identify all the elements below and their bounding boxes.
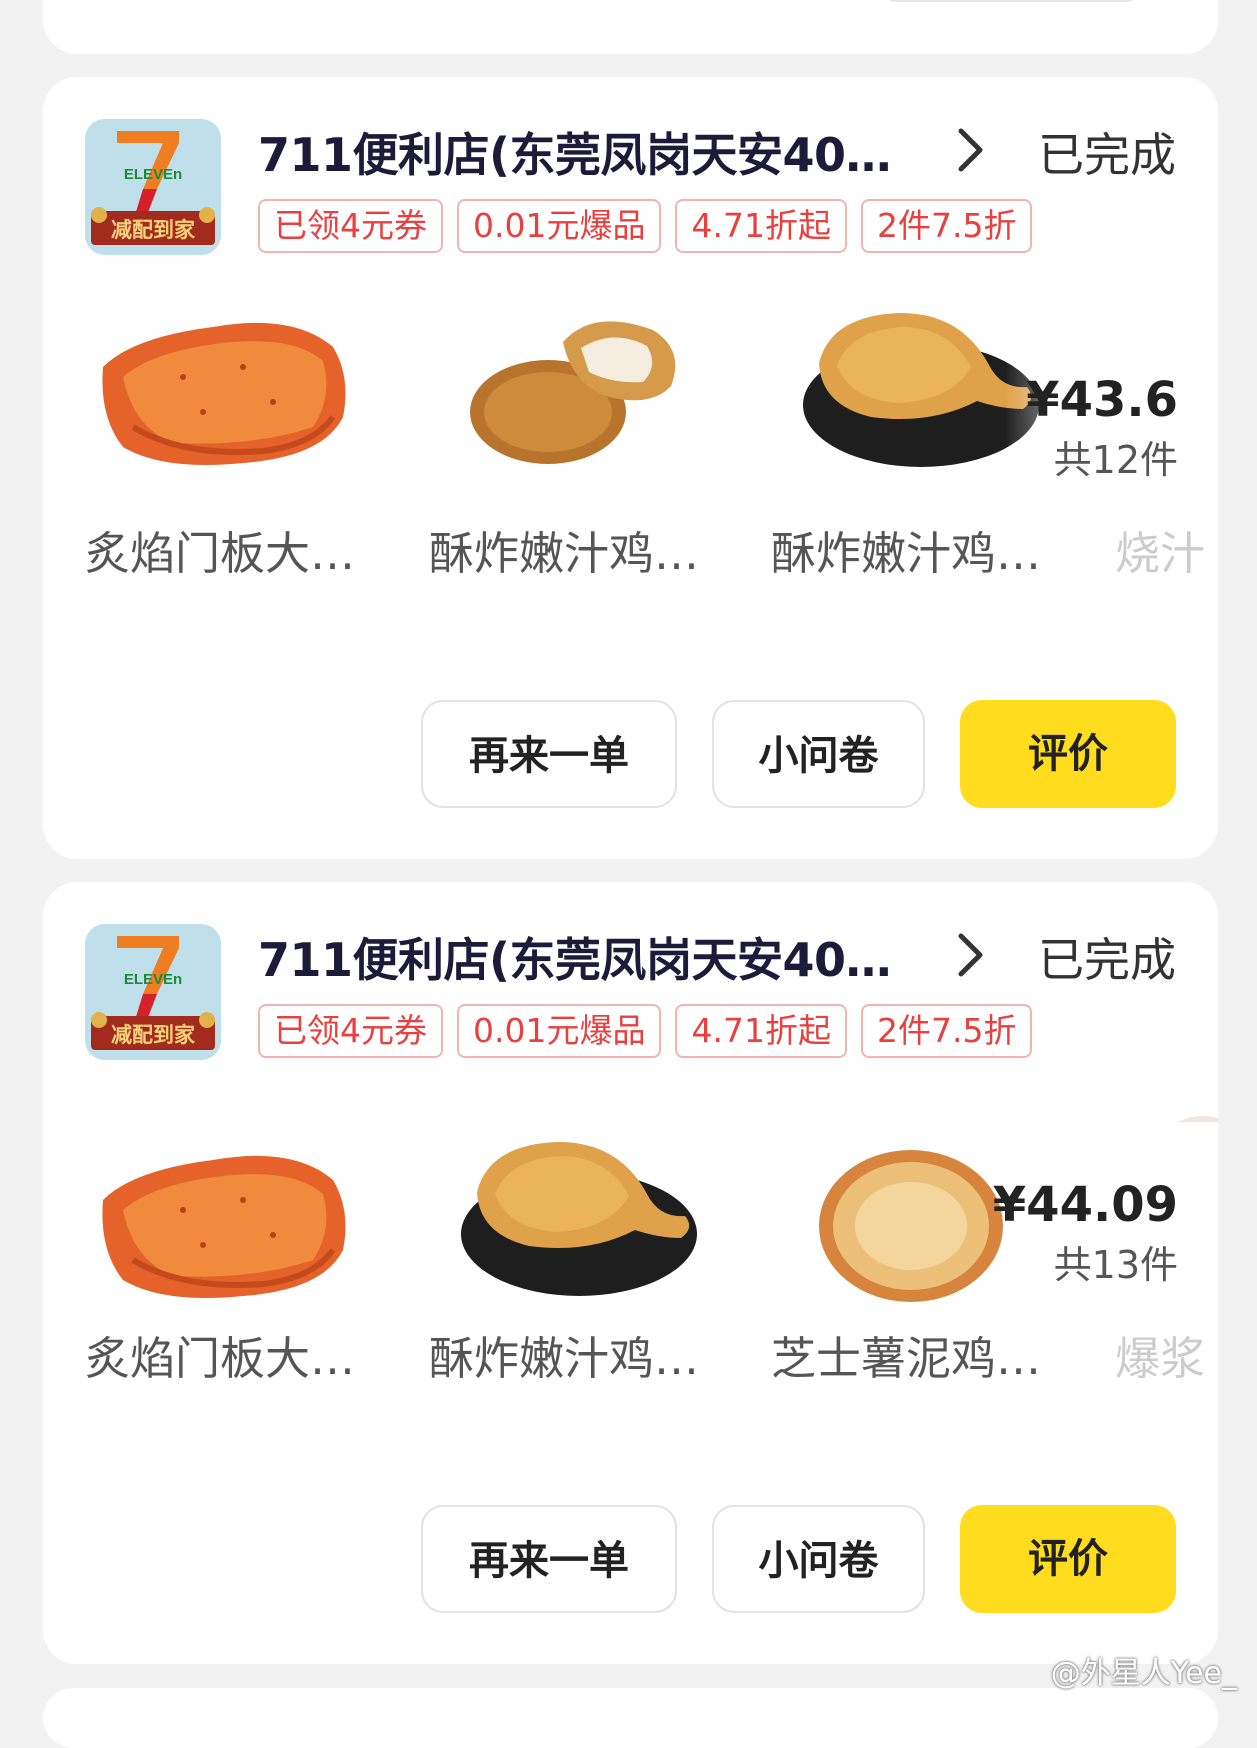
promo-tag: 已领4元券 bbox=[258, 199, 443, 253]
product-name: 芝士薯泥鸡… bbox=[771, 1332, 1042, 1385]
product-name: 酥炸嫩汁鸡… bbox=[771, 527, 1042, 580]
promo-tag: 2件7.5折 bbox=[860, 1004, 1033, 1058]
weibo-watermark: @外星人Yee_ bbox=[1050, 1656, 1237, 1691]
logo-banner-text: 减配到家 bbox=[111, 218, 196, 242]
store-name[interactable]: 711便利店(东莞凤岗天安40… bbox=[258, 119, 978, 185]
store-logo[interactable]: ELEVEn 减配到家 bbox=[85, 119, 221, 255]
promo-tag: 2件7.5折 bbox=[860, 199, 1033, 253]
chevron-right-icon[interactable] bbox=[955, 932, 985, 982]
order-total-price: ¥43.6 bbox=[1026, 372, 1178, 428]
item-count: 共12件 bbox=[1053, 438, 1178, 482]
order-status: 已完成 bbox=[1038, 933, 1176, 987]
product-image-grilled-chicken[interactable] bbox=[93, 1140, 353, 1310]
store-logo[interactable]: ELEVEn 减配到家 bbox=[85, 924, 221, 1060]
previous-order-card bbox=[43, 0, 1218, 54]
chevron-right-icon[interactable] bbox=[955, 127, 985, 177]
reorder-button[interactable]: 再来一单 bbox=[421, 1505, 677, 1613]
order-total-price: ¥44.09 bbox=[992, 1177, 1178, 1233]
order-status: 已完成 bbox=[1038, 128, 1176, 182]
product-name: 酥炸嫩汁鸡… bbox=[429, 527, 700, 580]
survey-button[interactable]: 小问卷 bbox=[712, 1505, 925, 1613]
promo-tag: 0.01元爆品 bbox=[457, 199, 662, 253]
store-name[interactable]: 711便利店(东莞凤岗天安40… bbox=[258, 924, 978, 990]
product-image-crispy-drumstick[interactable] bbox=[459, 1134, 699, 1304]
reorder-button[interactable]: 再来一单 bbox=[421, 700, 677, 808]
previous-order-button-edge[interactable] bbox=[884, 0, 1138, 2]
product-image-fried-chicken[interactable] bbox=[463, 302, 693, 472]
promo-tags: 已领4元券 0.01元爆品 4.71折起 2件7.5折 bbox=[258, 1004, 1033, 1058]
logo-banner-text: 减配到家 bbox=[111, 1023, 196, 1047]
order-card[interactable]: ELEVEn 减配到家 711便利店(东莞凤岗天安40… 已完成 已领4元券 0… bbox=[43, 77, 1218, 859]
product-name: 烧汁 bbox=[1115, 527, 1206, 580]
promo-tag: 已领4元券 bbox=[258, 1004, 443, 1058]
review-button[interactable]: 评价 bbox=[960, 1505, 1176, 1613]
product-image-cheese-chicken-cake[interactable] bbox=[811, 1140, 1021, 1310]
logo-brand-text: ELEVEn bbox=[124, 971, 182, 988]
logo-brand-text: ELEVEn bbox=[124, 166, 182, 183]
product-image-grilled-chicken[interactable] bbox=[93, 307, 353, 477]
survey-button[interactable]: 小问卷 bbox=[712, 700, 925, 808]
promo-tag: 4.71折起 bbox=[675, 199, 847, 253]
item-count: 共13件 bbox=[1053, 1243, 1178, 1287]
promo-tags: 已领4元券 0.01元爆品 4.71折起 2件7.5折 bbox=[258, 199, 1033, 253]
order-card[interactable]: ELEVEn 减配到家 711便利店(东莞凤岗天安40… 已完成 已领4元券 0… bbox=[43, 882, 1218, 1664]
review-button[interactable]: 评价 bbox=[960, 700, 1176, 808]
next-order-card bbox=[43, 1688, 1218, 1748]
product-name: 炙焰门板大… bbox=[85, 527, 356, 580]
promo-tag: 4.71折起 bbox=[675, 1004, 847, 1058]
product-name: 爆浆 bbox=[1115, 1332, 1206, 1385]
product-name: 炙焰门板大… bbox=[85, 1332, 356, 1385]
promo-tag: 0.01元爆品 bbox=[457, 1004, 662, 1058]
product-name: 酥炸嫩汁鸡… bbox=[429, 1332, 700, 1385]
